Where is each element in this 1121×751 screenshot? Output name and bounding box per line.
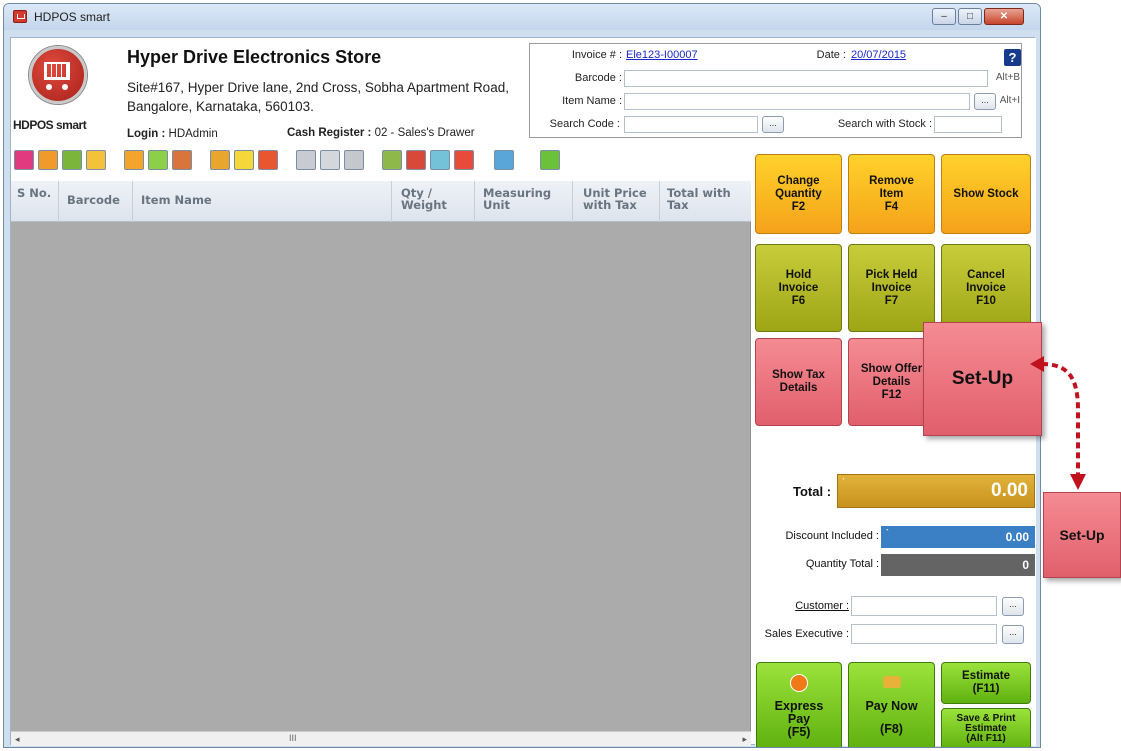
- hdpos-logo: [23, 46, 95, 108]
- total-value: 0.00: [991, 480, 1028, 501]
- edit-icon[interactable]: [124, 150, 144, 170]
- purchase-icon[interactable]: [210, 150, 230, 170]
- date-link[interactable]: 20/07/2015: [851, 49, 906, 61]
- title-bar: HDPOS smart – □ ✕: [4, 4, 1040, 30]
- barcode-shortcut: Alt+B: [995, 72, 1020, 83]
- col-item-name[interactable]: Item Name: [141, 194, 212, 206]
- hold-invoice-button[interactable]: Hold Invoice F6: [755, 244, 842, 332]
- discount-label: Discount Included :: [785, 530, 879, 542]
- grid-header: S No. Barcode Item Name Qty / Weight Mea…: [11, 181, 751, 222]
- sales-executive-label: Sales Executive :: [764, 628, 849, 640]
- item-shortcut: Alt+I: [999, 95, 1020, 106]
- disabled-close-icon: [344, 150, 364, 170]
- right-panel: Change Quantity F2 Remove Item F4 Show Stock…: [755, 148, 1036, 747]
- sales-executive-browse-button[interactable]: ...: [1002, 625, 1024, 644]
- scroll-thumb[interactable]: III: [289, 733, 297, 743]
- refund-icon[interactable]: [258, 150, 278, 170]
- customer-link[interactable]: Customer :: [755, 600, 849, 612]
- total-value-box: ` 0.00: [837, 474, 1035, 508]
- scroll-left-icon[interactable]: ◂: [15, 734, 20, 745]
- scroll-right-icon[interactable]: ▸: [742, 734, 747, 745]
- col-barcode[interactable]: Barcode: [67, 194, 120, 206]
- barcode-input[interactable]: [624, 70, 988, 87]
- save-print-estimate-button[interactable]: Save & Print Estimate (Alt F11): [941, 708, 1031, 747]
- barcode-label: Barcode :: [574, 72, 622, 84]
- toolbar: [14, 150, 754, 176]
- windows-icon[interactable]: [454, 150, 474, 170]
- invoice-label: Invoice # :: [571, 49, 622, 61]
- stock-icon[interactable]: [172, 150, 192, 170]
- minimize-button[interactable]: –: [932, 8, 956, 25]
- col-qty-weight[interactable]: Qty / Weight: [401, 187, 461, 211]
- key-icon[interactable]: [14, 150, 34, 170]
- window-title: HDPOS smart: [34, 10, 111, 24]
- return-icon[interactable]: [62, 150, 82, 170]
- express-pay-icon: [790, 673, 808, 692]
- client-area: HDPOS smart Hyper Drive Electronics Stor…: [10, 37, 1036, 747]
- device-icon[interactable]: [430, 150, 450, 170]
- cash-register-info: Cash Register : 02 - Sales's Drawer: [287, 127, 475, 139]
- search-code-label: Search Code :: [549, 118, 620, 130]
- quantity-total-label: Quantity Total :: [805, 558, 879, 570]
- setup-callout-large: Set-Up: [923, 322, 1042, 436]
- store-name: Hyper Drive Electronics Store: [127, 47, 382, 67]
- show-stock-button[interactable]: Show Stock: [941, 154, 1031, 234]
- sales-executive-input[interactable]: [851, 624, 997, 644]
- total-label: Total :: [793, 484, 832, 499]
- discount-value: ` 0.00: [881, 526, 1035, 548]
- col-total-with-tax[interactable]: Total with Tax: [667, 187, 747, 211]
- store-header: HDPOS smart Hyper Drive Electronics Stor…: [11, 38, 1036, 148]
- remove-item-button[interactable]: Remove Item F4: [848, 154, 935, 234]
- item-name-input[interactable]: [624, 93, 970, 110]
- app-icon: [13, 10, 27, 23]
- store-address: Site#167, Hyper Drive lane, 2nd Cross, S…: [127, 80, 509, 114]
- cancel-invoice-button[interactable]: Cancel Invoice F10: [941, 244, 1031, 332]
- show-tax-details-button[interactable]: Show Tax Details: [755, 338, 842, 426]
- settings-gear-icon[interactable]: [540, 150, 560, 170]
- express-pay-button[interactable]: Express Pay (F5): [756, 662, 842, 747]
- maximize-button[interactable]: □: [958, 8, 982, 25]
- item-name-label: Item Name :: [562, 95, 622, 107]
- disabled-icon-1: [296, 150, 316, 170]
- invoice-icon[interactable]: [38, 150, 58, 170]
- date-label: Date :: [816, 49, 846, 61]
- logo-text: HDPOS smart: [13, 118, 87, 132]
- calculator-icon[interactable]: [382, 150, 402, 170]
- invoice-number-link[interactable]: Ele123-I00007: [626, 49, 698, 61]
- pay-now-button[interactable]: Pay Now (F8): [848, 662, 935, 747]
- col-s-no[interactable]: S No.: [17, 187, 51, 199]
- coins-icon: [882, 676, 901, 688]
- search-stock-input[interactable]: [934, 116, 1002, 133]
- quantity-total-value: 0: [881, 554, 1035, 576]
- help-icon[interactable]: ?: [1004, 49, 1021, 66]
- disabled-icon-2: [320, 150, 340, 170]
- setup-callout-small: Set-Up: [1043, 492, 1121, 578]
- search-code-input[interactable]: [624, 116, 758, 133]
- search-code-browse-button[interactable]: ...: [762, 116, 784, 133]
- search-stock-label: Search with Stock :: [837, 118, 932, 130]
- callout-arrow-icon: [1030, 356, 1086, 490]
- show-offer-details-button[interactable]: Show Offer Details F12: [848, 338, 935, 426]
- transfer-icon[interactable]: [86, 150, 106, 170]
- change-quantity-button[interactable]: Change Quantity F2: [755, 154, 842, 234]
- items-grid: S No. Barcode Item Name Qty / Weight Mea…: [11, 181, 751, 746]
- user-icon[interactable]: [494, 150, 514, 170]
- customer-input[interactable]: [851, 596, 997, 616]
- horizontal-scrollbar[interactable]: ◂ III ▸: [11, 731, 751, 746]
- cart-icon[interactable]: [148, 150, 168, 170]
- estimate-button[interactable]: Estimate (F11): [941, 662, 1031, 704]
- col-unit-price[interactable]: Unit Price with Tax: [583, 187, 659, 211]
- close-button[interactable]: ✕: [984, 8, 1024, 25]
- item-browse-button[interactable]: ...: [974, 93, 996, 110]
- login-info: Login : HDAdmin: [127, 128, 218, 140]
- numbers-icon[interactable]: [406, 150, 426, 170]
- note-icon[interactable]: [234, 150, 254, 170]
- app-window: HDPOS smart – □ ✕ HDPOS smart Hyper Driv…: [3, 3, 1041, 748]
- customer-browse-button[interactable]: ...: [1002, 597, 1024, 616]
- pick-held-invoice-button[interactable]: Pick Held Invoice F7: [848, 244, 935, 332]
- col-measuring-unit[interactable]: Measuring Unit: [483, 187, 563, 211]
- invoice-panel: Invoice # : Ele123-I00007 Date : 20/07/2…: [529, 43, 1022, 138]
